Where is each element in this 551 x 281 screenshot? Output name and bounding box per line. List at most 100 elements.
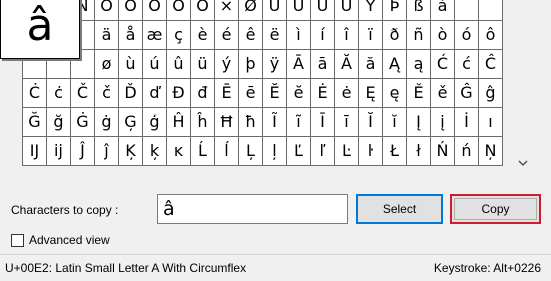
char-cell[interactable]: Ĳ bbox=[23, 137, 47, 166]
char-cell[interactable]: Đ bbox=[167, 79, 191, 108]
char-cell[interactable]: ĵ bbox=[95, 137, 119, 166]
char-cell[interactable]: ĸ bbox=[167, 137, 191, 166]
char-cell[interactable]: Ā bbox=[287, 50, 311, 79]
char-cell[interactable]: ò bbox=[431, 21, 455, 50]
char-cell[interactable]: Û bbox=[311, 0, 335, 21]
char-cell[interactable]: Ŀ bbox=[335, 137, 359, 166]
char-cell[interactable]: è bbox=[191, 21, 215, 50]
char-cell[interactable]: Ī bbox=[311, 108, 335, 137]
char-cell[interactable]: Ò bbox=[95, 0, 119, 21]
char-cell[interactable]: ç bbox=[167, 21, 191, 50]
characters-to-copy-input[interactable] bbox=[157, 194, 348, 224]
char-cell[interactable]: ü bbox=[191, 50, 215, 79]
char-cell[interactable]: ē bbox=[239, 79, 263, 108]
char-cell[interactable]: ø bbox=[95, 50, 119, 79]
char-cell[interactable]: Ċ bbox=[23, 79, 47, 108]
char-cell[interactable] bbox=[479, 0, 503, 21]
char-cell[interactable]: ŀ bbox=[359, 137, 383, 166]
char-cell[interactable]: Į bbox=[407, 108, 431, 137]
char-cell[interactable]: ó bbox=[455, 21, 479, 50]
char-cell[interactable]: Ġ bbox=[71, 108, 95, 137]
char-cell[interactable]: ĝ bbox=[479, 79, 503, 108]
char-cell[interactable]: Ø bbox=[239, 0, 263, 21]
char-cell[interactable]: ð bbox=[383, 21, 407, 50]
char-cell[interactable]: Ù bbox=[263, 0, 287, 21]
char-cell[interactable]: ĕ bbox=[287, 79, 311, 108]
char-cell[interactable]: û bbox=[167, 50, 191, 79]
char-cell[interactable]: ď bbox=[143, 79, 167, 108]
char-cell[interactable]: ê bbox=[239, 21, 263, 50]
char-cell[interactable]: ô bbox=[479, 21, 503, 50]
char-cell[interactable]: æ bbox=[143, 21, 167, 50]
char-cell[interactable]: Ĵ bbox=[71, 137, 95, 166]
char-cell[interactable]: Ĉ bbox=[479, 50, 503, 79]
char-cell[interactable]: Ĭ bbox=[359, 108, 383, 137]
char-cell[interactable]: ß bbox=[407, 0, 431, 21]
char-cell[interactable]: ļ bbox=[263, 137, 287, 166]
scroll-down-button[interactable] bbox=[512, 152, 534, 174]
char-cell[interactable]: Ü bbox=[335, 0, 359, 21]
char-cell[interactable]: å bbox=[119, 21, 143, 50]
char-cell[interactable]: Ģ bbox=[119, 108, 143, 137]
char-cell[interactable]: Ĕ bbox=[263, 79, 287, 108]
char-cell[interactable]: î bbox=[335, 21, 359, 50]
char-cell[interactable]: Ô bbox=[143, 0, 167, 21]
char-cell[interactable]: × bbox=[215, 0, 239, 21]
char-cell[interactable]: ù bbox=[119, 50, 143, 79]
char-cell[interactable]: ï bbox=[359, 21, 383, 50]
char-cell[interactable]: ć bbox=[455, 50, 479, 79]
advanced-view-checkbox[interactable] bbox=[11, 233, 24, 247]
char-cell[interactable]: ā bbox=[311, 50, 335, 79]
char-cell[interactable] bbox=[455, 0, 479, 21]
char-cell[interactable]: Ĝ bbox=[455, 79, 479, 108]
select-button[interactable]: Select bbox=[356, 194, 443, 224]
char-cell[interactable]: ī bbox=[335, 108, 359, 137]
char-cell[interactable]: Õ bbox=[167, 0, 191, 21]
char-cell[interactable]: Ă bbox=[335, 50, 359, 79]
char-cell[interactable]: č bbox=[95, 79, 119, 108]
char-cell[interactable]: ă bbox=[359, 50, 383, 79]
char-cell[interactable]: Ł bbox=[383, 137, 407, 166]
char-cell[interactable]: Ņ bbox=[479, 137, 503, 166]
char-cell[interactable]: ë bbox=[263, 21, 287, 50]
char-cell[interactable]: ä bbox=[95, 21, 119, 50]
char-cell[interactable]: ě bbox=[431, 79, 455, 108]
char-cell[interactable]: Ķ bbox=[119, 137, 143, 166]
char-cell[interactable]: Ď bbox=[119, 79, 143, 108]
char-cell[interactable]: ĩ bbox=[287, 108, 311, 137]
char-cell[interactable]: Ě bbox=[407, 79, 431, 108]
char-cell[interactable]: ĥ bbox=[191, 108, 215, 137]
char-cell[interactable]: Ń bbox=[431, 137, 455, 166]
char-cell[interactable]: Ğ bbox=[23, 108, 47, 137]
char-cell[interactable]: Ĺ bbox=[191, 137, 215, 166]
char-cell[interactable]: Ė bbox=[311, 79, 335, 108]
char-cell[interactable]: ĺ bbox=[215, 137, 239, 166]
char-cell[interactable]: Þ bbox=[383, 0, 407, 21]
advanced-view-toggle[interactable]: Advanced view bbox=[11, 233, 110, 247]
char-cell[interactable]: ħ bbox=[239, 108, 263, 137]
char-cell[interactable]: ÿ bbox=[263, 50, 287, 79]
char-cell[interactable]: ý bbox=[215, 50, 239, 79]
char-cell[interactable]: ú bbox=[143, 50, 167, 79]
char-cell[interactable]: ĳ bbox=[47, 137, 71, 166]
char-cell[interactable]: Č bbox=[71, 79, 95, 108]
char-cell[interactable]: į bbox=[431, 108, 455, 137]
char-cell[interactable]: à bbox=[431, 0, 455, 21]
char-cell[interactable]: Ć bbox=[431, 50, 455, 79]
char-cell[interactable]: Ó bbox=[119, 0, 143, 21]
char-cell[interactable]: Ļ bbox=[239, 137, 263, 166]
char-cell[interactable]: ł bbox=[407, 137, 431, 166]
char-cell[interactable]: ñ bbox=[407, 21, 431, 50]
copy-button[interactable]: Copy bbox=[450, 194, 541, 224]
char-cell[interactable]: ċ bbox=[47, 79, 71, 108]
char-cell[interactable]: Ý bbox=[359, 0, 383, 21]
char-cell[interactable]: đ bbox=[191, 79, 215, 108]
char-cell[interactable]: ľ bbox=[311, 137, 335, 166]
char-cell[interactable]: Ħ bbox=[215, 108, 239, 137]
char-cell[interactable]: é bbox=[215, 21, 239, 50]
char-cell[interactable]: Ö bbox=[191, 0, 215, 21]
char-cell[interactable]: Ą bbox=[383, 50, 407, 79]
char-cell[interactable]: ė bbox=[335, 79, 359, 108]
char-cell[interactable]: Ĥ bbox=[167, 108, 191, 137]
char-cell[interactable]: Ē bbox=[215, 79, 239, 108]
